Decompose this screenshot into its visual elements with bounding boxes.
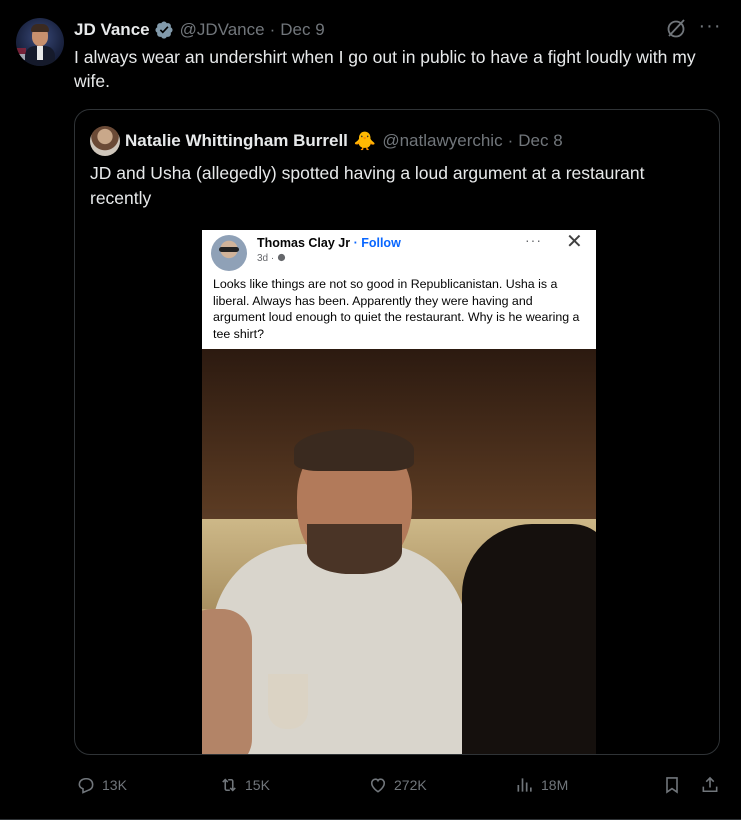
author-name[interactable]: JD Vance [74, 20, 150, 40]
facebook-poster-name: Thomas Clay Jr [257, 236, 351, 250]
views-button[interactable]: 18M [515, 770, 568, 800]
facebook-follow-link: · Follow [353, 236, 401, 250]
reply-icon [78, 777, 94, 794]
tweet[interactable]: JD Vance @JDVance · Dec 9 ··· I always w… [0, 0, 741, 820]
action-bar: 13K 15K 272K 18M [0, 770, 741, 800]
retweet-icon [222, 778, 236, 792]
photo-woman [462, 524, 596, 754]
quote-author-name[interactable]: Natalie Whittingham Burrell [125, 131, 348, 151]
bookmark-icon[interactable] [662, 775, 682, 795]
quote-author-avatar[interactable] [90, 126, 120, 156]
photo-man-beard [307, 524, 402, 574]
share-icon[interactable] [700, 775, 720, 795]
avatar-hair [31, 24, 49, 32]
chick-emoji-icon: 🐥 [353, 130, 377, 151]
photo-man-hair [294, 429, 414, 471]
quote-text: JD and Usha (allegedly) spotted having a… [90, 163, 645, 208]
like-button[interactable]: 272K [368, 770, 427, 800]
tweet-date[interactable]: Dec 9 [280, 20, 324, 40]
facebook-more-icon: ··· [525, 232, 542, 248]
facebook-avatar [211, 235, 247, 271]
quote-author-handle[interactable]: @natlawyerchic [382, 131, 502, 151]
photo-foreground-arm [202, 609, 252, 754]
reply-count: 13K [102, 777, 127, 793]
author-handle[interactable]: @JDVance [180, 20, 265, 40]
photo-wine-glass [268, 674, 308, 729]
avatar-shirt [37, 46, 43, 60]
views-count: 18M [541, 777, 569, 793]
grok-icon[interactable] [664, 17, 688, 41]
header-separator: · [269, 20, 276, 39]
retweet-count: 15K [245, 777, 270, 793]
restaurant-photo [202, 349, 596, 754]
quoted-tweet[interactable]: Natalie Whittingham Burrell 🐥 @natlawyer… [74, 109, 720, 755]
quote-header-separator: · [507, 131, 514, 150]
more-icon[interactable]: ··· [698, 16, 722, 41]
tweet-text: I always wear an undershirt when I go ou… [74, 47, 696, 91]
views-icon [517, 778, 532, 792]
like-count: 272K [394, 777, 427, 793]
like-icon [370, 778, 386, 793]
verified-badge-icon[interactable] [154, 20, 174, 40]
facebook-post-header: Thomas Clay Jr · Follow 3d · ··· ✕ Looks… [202, 230, 596, 349]
tweet-header: JD Vance @JDVance · Dec 9 [74, 19, 325, 41]
glasses-shape [219, 247, 239, 252]
facebook-name: Thomas Clay Jr · Follow [257, 236, 401, 250]
quote-date[interactable]: Dec 8 [518, 131, 562, 151]
facebook-time: 3d · [257, 253, 286, 264]
quote-media-image[interactable]: Thomas Clay Jr · Follow 3d · ··· ✕ Looks… [202, 230, 596, 754]
quote-header: Natalie Whittingham Burrell 🐥 @natlawyer… [125, 129, 563, 153]
retweet-button[interactable]: 15K [219, 770, 270, 800]
facebook-close-icon: ✕ [566, 231, 583, 253]
facebook-timestamp: 3d · [257, 253, 275, 264]
author-avatar[interactable] [16, 18, 64, 66]
globe-icon [277, 253, 286, 262]
reply-button[interactable]: 13K [76, 770, 127, 800]
facebook-post-text: Looks like things are not so good in Rep… [213, 277, 580, 341]
